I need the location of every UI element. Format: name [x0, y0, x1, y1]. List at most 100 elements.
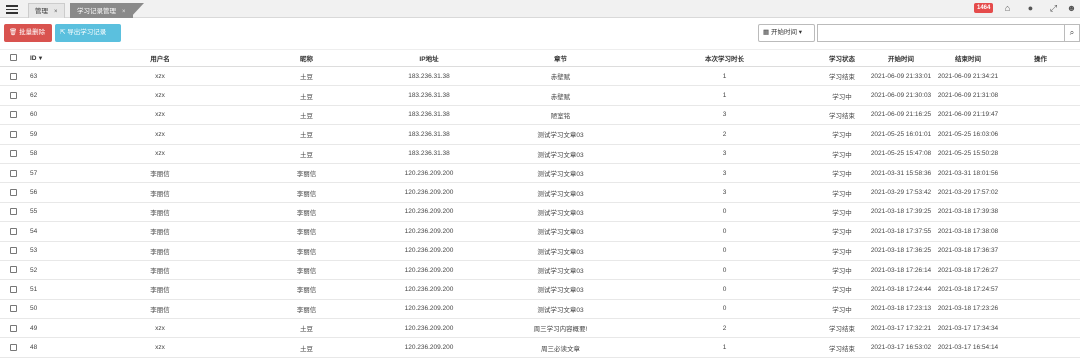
cell-chapter: 陋室铭 [489, 105, 632, 126]
row-checkbox[interactable] [0, 182, 26, 203]
cell-id: 54 [26, 221, 76, 242]
cell-end: 2021-03-17 17:34:34 [935, 318, 1001, 339]
cell-id: 60 [26, 105, 76, 126]
col-end: 结束时间 [935, 49, 1001, 67]
cell-status: 学习结束 [817, 318, 867, 339]
cell-id: 62 [26, 85, 76, 106]
col-username: 用户名 [76, 49, 244, 67]
cell-action [1001, 337, 1080, 358]
cell-username: 李丽信 [76, 182, 244, 203]
cell-id: 59 [26, 124, 76, 145]
row-checkbox[interactable] [0, 163, 26, 184]
tab-study-records[interactable]: 学习记录管理 × [70, 3, 133, 18]
row-checkbox[interactable] [0, 337, 26, 358]
tab-manage[interactable]: 管理 × [28, 3, 65, 18]
search-input[interactable] [817, 24, 1065, 42]
tab-label: 学习记录管理 [77, 8, 116, 15]
cell-nickname: 土豆 [244, 105, 369, 126]
cell-end: 2021-03-18 17:38:08 [935, 221, 1001, 242]
top-bar: 管理 × 学习记录管理 × 1464 ⌂ ● ⤢ ☻ [0, 0, 1080, 18]
row-checkbox[interactable] [0, 124, 26, 145]
row-checkbox[interactable] [0, 221, 26, 242]
cell-action [1001, 163, 1080, 184]
cell-start: 2021-03-18 17:39:25 [867, 202, 935, 223]
cell-nickname: 土豆 [244, 318, 369, 339]
search-icon[interactable]: ⌕ [1065, 24, 1080, 42]
cell-username: 李丽信 [76, 221, 244, 242]
menu-icon[interactable] [6, 3, 18, 15]
export-label: 导出学习记录 [67, 29, 107, 36]
cell-id: 63 [26, 66, 76, 87]
cell-username: xzx [76, 124, 244, 145]
cell-action [1001, 124, 1080, 145]
cell-nickname: 土豆 [244, 144, 369, 164]
cell-status: 学习中 [817, 221, 867, 242]
cell-username: 李丽信 [76, 163, 244, 184]
cell-action [1001, 221, 1080, 242]
export-button[interactable]: ⇱ 导出学习记录 [55, 24, 121, 42]
row-checkbox[interactable] [0, 318, 26, 339]
cell-username: xzx [76, 337, 244, 358]
row-checkbox[interactable] [0, 144, 26, 164]
cell-action [1001, 105, 1080, 126]
fullscreen-icon[interactable]: ⤢ [1048, 3, 1059, 14]
row-checkbox[interactable] [0, 260, 26, 281]
row-checkbox[interactable] [0, 66, 26, 87]
close-icon[interactable]: × [54, 9, 58, 15]
cell-status: 学习中 [817, 260, 867, 281]
cell-action [1001, 299, 1080, 320]
row-checkbox[interactable] [0, 105, 26, 126]
close-icon[interactable]: × [122, 9, 126, 15]
cell-end: 2021-06-09 21:19:47 [935, 105, 1001, 126]
cell-id: 49 [26, 318, 76, 339]
row-checkbox[interactable] [0, 299, 26, 320]
table-row: 63 xzx 土豆 183.236.31.38 赤壁赋 1 学习结束 2021-06-09 2… [0, 66, 1080, 87]
row-checkbox[interactable] [0, 202, 26, 223]
select-all-checkbox[interactable] [0, 49, 26, 67]
row-checkbox[interactable] [0, 85, 26, 106]
cell-status: 学习中 [817, 279, 867, 300]
row-checkbox[interactable] [0, 241, 26, 261]
toolbar: 🗑 批量删除 ⇱ 导出学习记录 ▦ 开始时间 ▾ ⌕ [0, 24, 1080, 44]
cell-status: 学习中 [817, 163, 867, 184]
cell-ip: 120.236.209.200 [369, 318, 489, 339]
cell-start: 2021-03-18 17:24:44 [867, 279, 935, 300]
cell-chapter: 测试学习文章03 [489, 260, 632, 281]
user-icon[interactable]: ☻ [1066, 3, 1077, 14]
trash-icon: 🗑 [9, 29, 18, 36]
cell-nickname: 土豆 [244, 85, 369, 106]
notification-badge[interactable]: 1464 [974, 3, 994, 13]
col-id[interactable]: ID▼ [26, 49, 76, 67]
table-row: 50 李丽信 李丽信 120.236.209.200 测试学习文章03 0 学习中 2021-… [0, 299, 1080, 320]
cell-nickname: 李丽信 [244, 241, 369, 261]
col-id-label: ID [30, 54, 37, 62]
cell-start: 2021-03-18 17:37:55 [867, 221, 935, 242]
cell-duration: 0 [632, 299, 817, 320]
cell-id: 48 [26, 337, 76, 358]
cell-status: 学习中 [817, 182, 867, 203]
cell-id: 57 [26, 163, 76, 184]
cell-nickname: 李丽信 [244, 221, 369, 242]
calendar-icon: ▦ [763, 29, 770, 36]
cell-chapter: 测试学习文章03 [489, 202, 632, 223]
date-filter-dropdown[interactable]: ▦ 开始时间 ▾ [758, 24, 815, 42]
cell-duration: 1 [632, 337, 817, 358]
col-action: 操作 [1001, 49, 1080, 67]
cell-action [1001, 182, 1080, 203]
home-icon[interactable]: ⌂ [1002, 3, 1013, 14]
cell-chapter: 测试学习文章03 [489, 124, 632, 145]
sort-icon: ▼ [37, 55, 44, 62]
cell-username: xzx [76, 105, 244, 126]
cell-end: 2021-03-18 17:26:27 [935, 260, 1001, 281]
cell-username: xzx [76, 85, 244, 106]
table-header-row: ID▼ 用户名 昵称 IP地址 章节 本次学习时长 学习状态 开始时间 结束时间… [0, 49, 1080, 67]
cell-id: 58 [26, 144, 76, 164]
row-checkbox[interactable] [0, 279, 26, 300]
cell-chapter: 测试学习文章03 [489, 299, 632, 320]
cell-username: xzx [76, 144, 244, 164]
cell-username: 李丽信 [76, 260, 244, 281]
table-row: 62 xzx 土豆 183.236.31.38 赤壁赋 1 学习中 2021-06-09 21… [0, 85, 1080, 106]
batch-delete-button[interactable]: 🗑 批量删除 [4, 24, 52, 42]
cell-duration: 2 [632, 318, 817, 339]
chat-icon[interactable]: ● [1025, 3, 1036, 14]
